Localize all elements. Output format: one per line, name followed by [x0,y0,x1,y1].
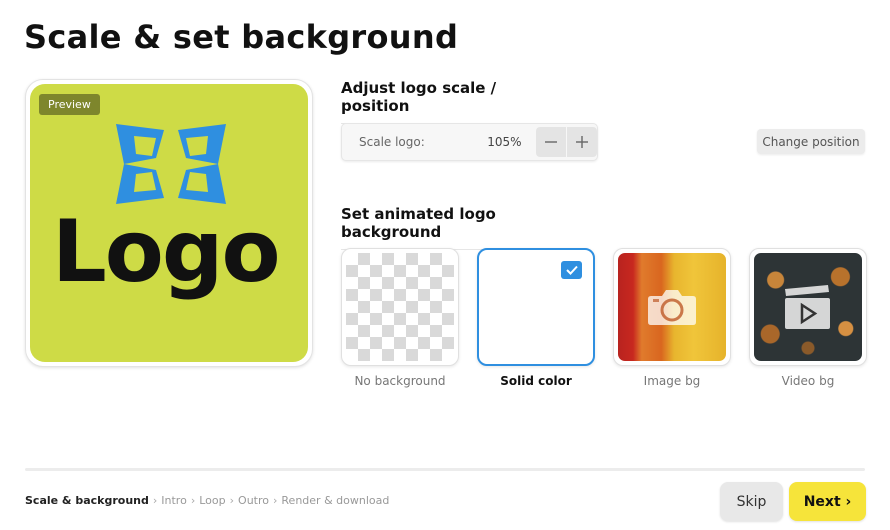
bg-option-label: No background [354,374,446,388]
video-thumbnail [754,253,862,361]
solid-color-thumbnail [482,253,590,361]
bg-option-label: Video bg [781,374,835,388]
bg-option-solid-color[interactable] [477,248,595,366]
bg-option-video[interactable] [749,248,867,366]
breadcrumb-step-render-download[interactable]: Render & download [281,494,389,507]
scale-control: Scale logo: 105% [341,123,598,161]
scale-label: Scale logo: [359,135,425,149]
breadcrumb-separator: › [229,494,235,507]
breadcrumb-separator: › [190,494,196,507]
increase-scale-button[interactable] [566,127,597,157]
bg-option-label: Image bg [643,374,701,388]
breadcrumb-step-loop[interactable]: Loop [199,494,225,507]
logo-wordmark: Logo [52,202,281,302]
footer-divider [25,468,865,471]
next-button[interactable]: Next › [789,482,866,521]
change-position-button[interactable]: Change position [757,129,865,154]
decrease-scale-button[interactable] [535,127,566,157]
minus-icon [544,141,557,143]
background-section-heading: Set animated logo background [341,205,571,250]
scale-value: 105% [487,135,522,149]
preview-badge: Preview [39,94,100,115]
breadcrumb-step-outro[interactable]: Outro [238,494,269,507]
transparent-thumbnail [346,253,454,361]
logo-preview-card: Preview Logo [25,79,313,367]
breadcrumb-step-scale-background: Scale & background [25,494,149,507]
video-icon [785,285,830,329]
scale-section-heading: Adjust logo scale / position [341,79,543,124]
bg-option-no-background[interactable] [341,248,459,366]
checkmark-icon [561,261,582,279]
logo-mark-icon [116,124,226,204]
plus-icon [575,136,588,148]
breadcrumb-separator: › [273,494,278,507]
skip-button[interactable]: Skip [720,482,783,521]
page-title: Scale & set background [24,18,459,56]
bg-option-label: Solid color [500,374,572,388]
breadcrumb-separator: › [152,494,158,507]
breadcrumb-step-intro[interactable]: Intro [161,494,187,507]
breadcrumb: Scale & background › Intro › Loop › Outr… [25,494,389,507]
image-thumbnail [618,253,726,361]
logo-preview-canvas: Preview Logo [30,84,308,362]
camera-icon [648,290,696,325]
bg-option-image[interactable] [613,248,731,366]
